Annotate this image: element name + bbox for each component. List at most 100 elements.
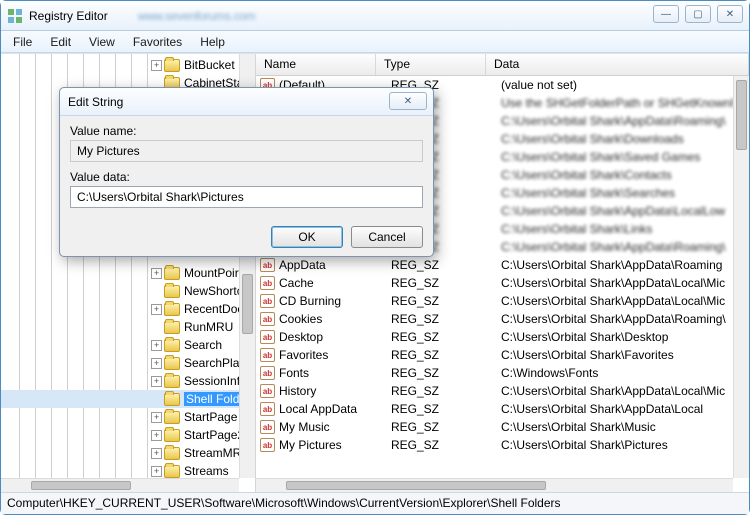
cell-data: (value not set) <box>501 78 733 92</box>
list-row[interactable]: abCD BurningREG_SZC:\Users\Orbital Shark… <box>256 292 733 310</box>
folder-icon <box>164 285 180 298</box>
tree-item[interactable]: +MountPoir <box>1 264 255 282</box>
string-value-icon: ab <box>260 366 275 380</box>
tree-expander-icon[interactable]: + <box>151 412 162 423</box>
menu-favorites[interactable]: Favorites <box>125 33 190 51</box>
cell-data: C:\Users\Orbital Shark\Pictures <box>501 438 733 452</box>
maximize-button[interactable]: ▢ <box>685 5 711 23</box>
list-row[interactable]: abLocal AppDataREG_SZC:\Users\Orbital Sh… <box>256 400 733 418</box>
list-scrollbar-vertical[interactable] <box>733 76 749 478</box>
cell-name: Favorites <box>279 348 391 362</box>
menu-file[interactable]: File <box>5 33 40 51</box>
cell-name: Local AppData <box>279 402 391 416</box>
list-row[interactable]: abCacheREG_SZC:\Users\Orbital Shark\AppD… <box>256 274 733 292</box>
string-value-icon: ab <box>260 348 275 362</box>
cell-type: REG_SZ <box>391 294 501 308</box>
tree-scrollbar-horizontal[interactable] <box>1 478 239 492</box>
tree-expander-icon[interactable]: + <box>151 358 162 369</box>
list-row[interactable]: abFontsREG_SZC:\Windows\Fonts <box>256 364 733 382</box>
list-row[interactable]: abDesktopREG_SZC:\Users\Orbital Shark\De… <box>256 328 733 346</box>
tree-item-label: RecentDoc <box>184 302 243 316</box>
cell-name: History <box>279 384 391 398</box>
tree-expander-icon[interactable]: + <box>151 376 162 387</box>
cell-name: Cache <box>279 276 391 290</box>
cell-type: REG_SZ <box>391 276 501 290</box>
tree-item[interactable]: +BitBucket <box>1 56 255 74</box>
folder-icon <box>164 267 180 280</box>
cell-type: REG_SZ <box>391 366 501 380</box>
minimize-button[interactable]: — <box>653 5 679 23</box>
col-header-type[interactable]: Type <box>376 54 486 75</box>
menu-help[interactable]: Help <box>192 33 233 51</box>
tree-item[interactable]: +StreamMRl <box>1 444 255 462</box>
dialog-titlebar[interactable]: Edit String ✕ <box>60 88 433 116</box>
value-name-field: My Pictures <box>70 140 423 162</box>
tree-item[interactable]: + StartPage2 <box>1 426 255 444</box>
cell-data: C:\Users\Orbital Shark\Favorites <box>501 348 733 362</box>
col-header-name[interactable]: Name <box>256 54 376 75</box>
list-row[interactable]: abMy MusicREG_SZC:\Users\Orbital Shark\M… <box>256 418 733 436</box>
string-value-icon: ab <box>260 402 275 416</box>
tree-expander-icon[interactable]: + <box>151 340 162 351</box>
cell-data: C:\Users\Orbital Shark\Desktop <box>501 330 733 344</box>
tree-expander-icon[interactable]: + <box>151 304 162 315</box>
list-row[interactable]: abCookiesREG_SZC:\Users\Orbital Shark\Ap… <box>256 310 733 328</box>
cell-type: REG_SZ <box>391 402 501 416</box>
tree-item[interactable]: NewShortc <box>1 282 255 300</box>
cell-name: My Pictures <box>279 438 391 452</box>
folder-icon <box>164 339 180 352</box>
cell-name: CD Burning <box>279 294 391 308</box>
dialog-close-button[interactable]: ✕ <box>389 92 427 110</box>
list-row[interactable]: abFavoritesREG_SZC:\Users\Orbital Shark\… <box>256 346 733 364</box>
string-value-icon: ab <box>260 438 275 452</box>
close-button[interactable]: ✕ <box>717 5 743 23</box>
tree-expander-icon[interactable]: + <box>151 466 162 477</box>
col-header-data[interactable]: Data <box>486 54 749 75</box>
cell-data: C:\Users\Orbital Shark\AppData\Roaming\ <box>501 312 733 326</box>
tree-item-label: StartPage2 <box>184 428 244 442</box>
menubar: File Edit View Favorites Help <box>1 31 749 53</box>
tree-item-label: RunMRU <box>184 320 233 334</box>
window-title: Registry Editor <box>29 9 108 23</box>
cell-type: REG_SZ <box>391 312 501 326</box>
list-scrollbar-horizontal[interactable] <box>256 478 733 492</box>
tree-expander-icon[interactable]: + <box>151 430 162 441</box>
menu-view[interactable]: View <box>81 33 123 51</box>
folder-icon <box>164 465 180 478</box>
list-row[interactable]: abHistoryREG_SZC:\Users\Orbital Shark\Ap… <box>256 382 733 400</box>
menu-edit[interactable]: Edit <box>42 33 79 51</box>
cell-data: C:\Users\Orbital Shark\AppData\Local\Mic <box>501 276 733 290</box>
tree-item-label: Search <box>184 338 222 352</box>
ok-button[interactable]: OK <box>271 226 343 248</box>
list-scrollbar-thumb-vertical[interactable] <box>736 80 747 150</box>
tree-item[interactable]: + Streams <box>1 462 255 478</box>
cell-type: REG_SZ <box>391 420 501 434</box>
tree-expander-icon[interactable]: + <box>151 268 162 279</box>
tree-expander-icon[interactable]: + <box>151 60 162 71</box>
tree-item-label: NewShortc <box>184 284 243 298</box>
cell-type: REG_SZ <box>391 438 501 452</box>
folder-icon <box>164 447 180 460</box>
string-value-icon: ab <box>260 312 275 326</box>
cancel-button[interactable]: Cancel <box>351 226 423 248</box>
tree-item[interactable]: + SearchPlatf <box>1 354 255 372</box>
list-row[interactable]: abAppDataREG_SZC:\Users\Orbital Shark\Ap… <box>256 256 733 274</box>
tree-expander-icon[interactable]: + <box>151 448 162 459</box>
tree-item[interactable]: + Search <box>1 336 255 354</box>
string-value-icon: ab <box>260 294 275 308</box>
cell-data: C:\Users\Orbital Shark\Links <box>501 222 733 236</box>
tree-item[interactable]: RunMRU <box>1 318 255 336</box>
tree-item[interactable]: +StartPage <box>1 408 255 426</box>
tree-item[interactable]: Shell Folde <box>1 390 255 408</box>
tree-item[interactable]: +SessionInfc <box>1 372 255 390</box>
tree-scrollbar-thumb-horizontal[interactable] <box>31 481 131 490</box>
list-row[interactable]: ab My PicturesREG_SZC:\Users\Orbital Shar… <box>256 436 733 454</box>
tree-scrollbar-thumb-vertical[interactable] <box>242 274 253 334</box>
list-scrollbar-thumb-horizontal[interactable] <box>286 481 546 490</box>
tree-item-label: SearchPlatf <box>184 356 246 370</box>
tree-item-label: Streams <box>184 464 229 478</box>
tree-item[interactable]: + RecentDoc <box>1 300 255 318</box>
cell-data: Use the SHGetFolderPath or SHGetKnownFo <box>501 96 733 110</box>
value-data-input[interactable] <box>70 186 423 208</box>
string-value-icon: ab <box>260 258 275 272</box>
